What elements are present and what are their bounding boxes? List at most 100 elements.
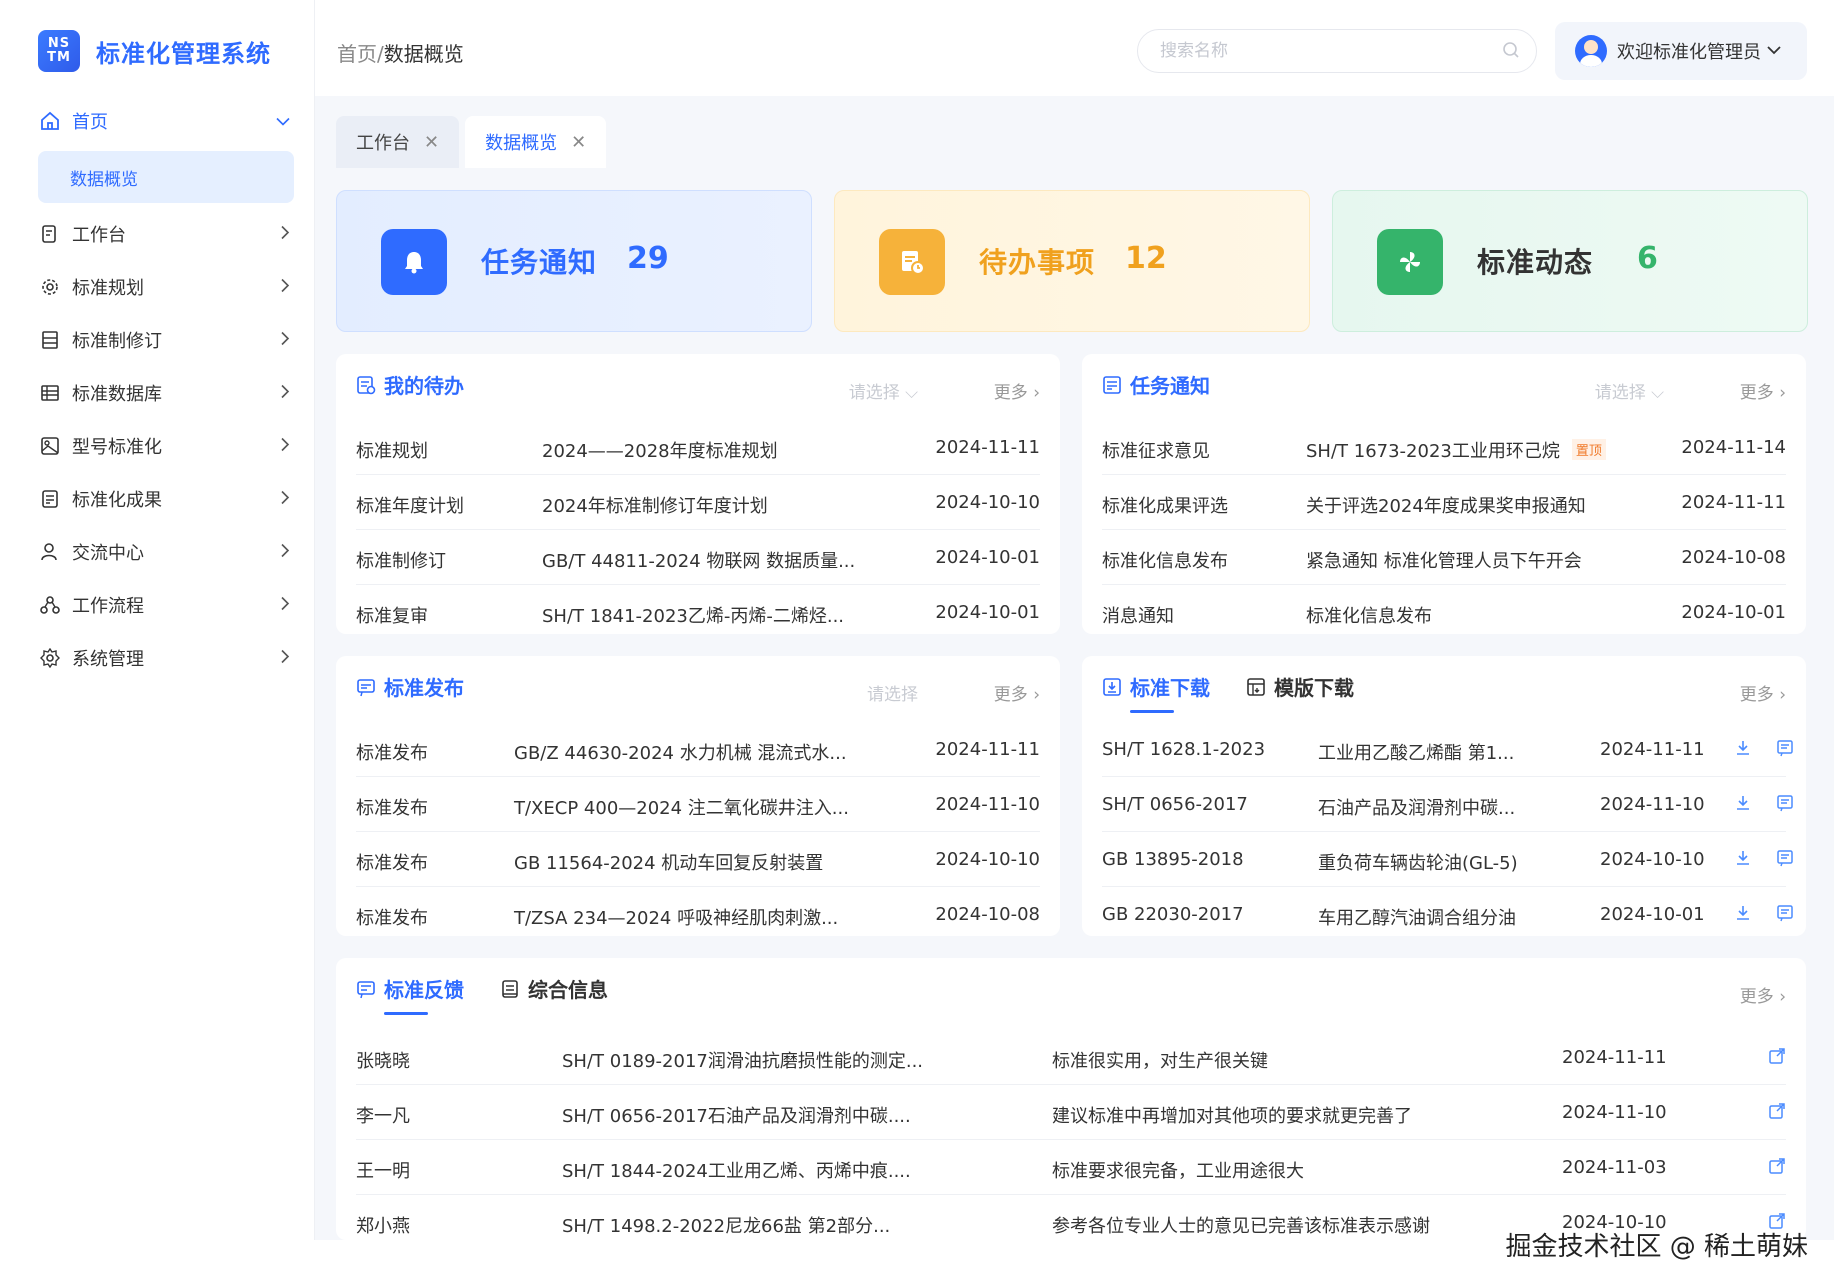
search-icon[interactable] [1502,41,1520,63]
sidebar-item-label: 交流中心 [72,542,144,564]
chevron-right-icon: › [1033,383,1040,403]
chevron-right-icon: › [1779,383,1786,403]
panel-title[interactable]: 任务通知 [1102,370,1210,399]
close-icon[interactable]: ✕ [571,132,586,153]
row-date: 2024-10-10 [1600,849,1705,870]
tab-general-info[interactable]: 综合信息 [500,974,608,1003]
sidebar-subitem-overview[interactable]: 数据概览 [38,151,294,203]
list-item[interactable]: 标准复审 SH/T 1841-2023乙烯-丙烯-二烯烃... 2024-10-01 [356,585,1040,639]
user-menu[interactable]: 欢迎标准化管理员 [1555,22,1807,80]
tab-overview[interactable]: 数据概览 ✕ [465,116,607,168]
row-date: 2024-11-10 [1600,794,1705,815]
more-link[interactable]: 更多 › [1740,680,1786,705]
user-icon [40,542,60,562]
row-date: 2024-11-10 [935,794,1040,815]
stat-value: 12 [1125,241,1167,276]
open-icon[interactable] [1768,1102,1786,1125]
list-item[interactable]: 标准征求意见 SH/T 1673-2023工业用环己烷 置顶 2024-11-14 [1102,420,1786,475]
panel-header: 标准反馈 综合信息 更多 › [356,974,1786,1015]
row-date: 2024-10-01 [1681,602,1786,623]
list-item[interactable]: 标准规划 2024——2028年度标准规划 2024-11-11 [356,420,1040,475]
flow-icon [40,595,60,615]
panel-title[interactable]: 标准发布 [356,672,464,701]
search-input[interactable] [1158,40,1482,62]
row-title: T/XECP 400—2024 注二氧化碳井注入... [514,798,849,819]
chevron-down-icon: ⌵ [905,383,918,403]
list-item[interactable]: 标准制修订 GB/T 44811-2024 物联网 数据质量... 2024-10-… [356,530,1040,585]
sidebar-item-exchange[interactable]: 交流中心 [0,525,314,578]
list-item[interactable]: 标准发布 T/XECP 400—2024 注二氧化碳井注入... 2024-11-1… [356,777,1040,832]
list-item[interactable]: SH/T 1628.1-2023 工业用乙酸乙烯酯 第1... 2024-11-11 [1102,722,1793,777]
list-item[interactable]: 标准发布 T/ZSA 234—2024 呼吸神经肌肉刺激... 2024-10-08 [356,887,1040,941]
app-title: 标准化管理系统 [96,39,271,68]
preview-icon[interactable] [1776,849,1794,872]
sidebar-item-workbench[interactable]: 工作台 [0,207,314,260]
row-title: 重负荷车辆齿轮油(GL-5) [1318,853,1518,874]
open-icon[interactable] [1768,1047,1786,1070]
publish-list: 标准发布 GB/Z 44630-2024 水力机械 混流式水... 2024-11-… [356,722,1040,941]
sidebar-item-label: 首页 [72,111,108,133]
breadcrumb-home[interactable]: 首页 [337,42,377,66]
sidebar-item-workflow[interactable]: 工作流程 [0,578,314,631]
tab-standard-feedback[interactable]: 标准反馈 [356,974,464,1003]
list-item[interactable]: 标准发布 GB/Z 44630-2024 水力机械 混流式水... 2024-11-… [356,722,1040,777]
list-item[interactable]: 消息通知 标准化信息发布 2024-10-01 [1102,585,1786,639]
row-title: GB 11564-2024 机动车回复反射装置 [514,853,824,874]
download-icon[interactable] [1734,739,1752,762]
stat-card-dynamics[interactable]: 标准动态 6 [1332,190,1808,332]
sidebar-item-system[interactable]: 系统管理 [0,631,314,684]
close-icon[interactable]: ✕ [424,132,439,153]
tab-standard-download[interactable]: 标准下载 [1102,672,1210,701]
list-item[interactable]: GB 13895-2018 重负荷车辆齿轮油(GL-5) 2024-10-10 [1102,832,1793,887]
filter-select[interactable]: 请选择 ⌵ [1595,378,1664,403]
row-title: 工业用乙酸乙烯酯 第1... [1318,743,1515,764]
preview-icon[interactable] [1776,794,1794,817]
table-row[interactable]: 张晓晓 SH/T 0189-2017润滑油抗磨损性能的测定... 标准很实用，对生产… [356,1030,1786,1085]
download-icon[interactable] [1734,904,1752,927]
list-item[interactable]: 标准化成果评选 关于评选2024年度成果奖申报通知 2024-11-11 [1102,475,1786,530]
more-link[interactable]: 更多 › [994,680,1040,705]
row-title: 2024——2028年度标准规划 [542,441,778,462]
panel-header: 任务通知 请选择 ⌵ 更多 › [1102,370,1786,410]
list-item[interactable]: 标准化信息发布 紧急通知 标准化管理人员下午开会 2024-10-08 [1102,530,1786,585]
row-date: 2024-10-08 [935,904,1040,925]
sidebar-item-model[interactable]: 型号标准化 [0,419,314,472]
preview-icon[interactable] [1776,739,1794,762]
more-link[interactable]: 更多 › [994,378,1040,403]
table-row[interactable]: 王一明 SH/T 1844-2024工业用乙烯、丙烯中痕.... 标准要求很完备，工… [356,1140,1786,1195]
panel-title-text: 任务通知 [1130,374,1210,398]
tab-workbench[interactable]: 工作台 ✕ [336,116,460,168]
row-title: 石油产品及润滑剂中碳... [1318,798,1516,819]
open-icon[interactable] [1768,1157,1786,1180]
sidebar-item-database[interactable]: 标准数据库 [0,366,314,419]
tab-label: 数据概览 [485,133,558,154]
list-item[interactable]: 标准年度计划 2024年标准制修订年度计划 2024-10-10 [356,475,1040,530]
logo[interactable]: NS TM 标准化管理系统 [38,30,271,72]
sidebar-item-plan[interactable]: 标准规划 [0,260,314,313]
panel-header: 标准下载 模版下载 更多 › [1102,672,1786,713]
row-standard: SH/T 1844-2024工业用乙烯、丙烯中痕.... [562,1161,911,1182]
more-link[interactable]: 更多 › [1740,982,1786,1007]
sidebar-item-revision[interactable]: 标准制修订 [0,313,314,366]
stat-card-todo[interactable]: 待办事项 12 [834,190,1310,332]
sidebar-item-label: 型号标准化 [72,436,162,458]
list-item[interactable]: GB 22030-2017 车用乙醇汽油调合组分油 2024-10-01 [1102,887,1793,941]
list-item[interactable]: 标准发布 GB 11564-2024 机动车回复反射装置 2024-10-10 [356,832,1040,887]
todo-doc-icon [879,229,945,295]
sidebar-item-home[interactable]: 首页 [0,94,314,147]
filter-select[interactable]: 请选择 ⌵ [849,378,918,403]
chevron-right-icon [280,436,290,455]
page-tabs: 工作台 ✕ 数据概览 ✕ [336,116,612,168]
list-item[interactable]: SH/T 0656-2017 石油产品及润滑剂中碳... 2024-11-10 [1102,777,1793,832]
preview-icon[interactable] [1776,904,1794,927]
sidebar-item-results[interactable]: 标准化成果 [0,472,314,525]
table-row[interactable]: 李一凡 SH/T 0656-2017石油产品及润滑剂中碳.... 建议标准中再增加对… [356,1085,1786,1140]
tab-template-download[interactable]: 模版下载 [1246,672,1354,701]
model-icon [40,436,60,456]
more-link[interactable]: 更多 › [1740,378,1786,403]
download-icon[interactable] [1734,794,1752,817]
stat-card-task-notice[interactable]: 任务通知 29 [336,190,812,332]
download-icon[interactable] [1734,849,1752,872]
filter-select[interactable]: 请选择 [867,680,918,705]
panel-title[interactable]: 我的待办 [356,370,464,399]
